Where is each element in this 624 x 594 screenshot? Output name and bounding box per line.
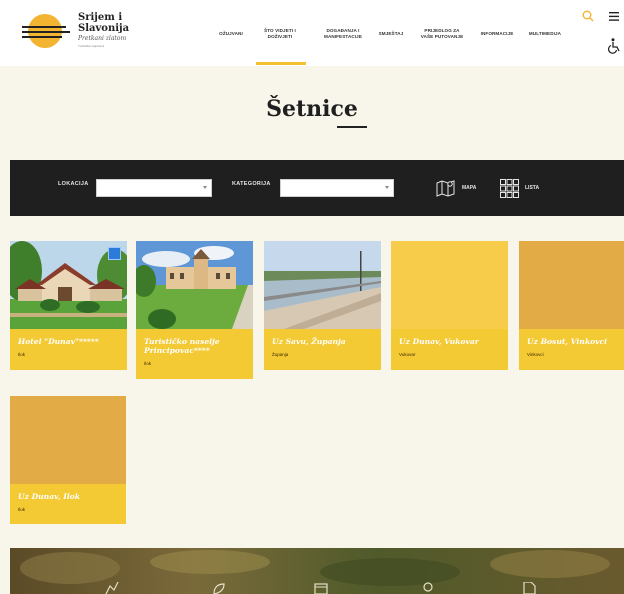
card-image <box>10 241 127 329</box>
card-location: Županja <box>272 352 289 357</box>
card-title: Hotel "Dunav"***** <box>18 337 99 346</box>
card-hotel-dunav[interactable]: Hotel "Dunav"***** Ilok <box>10 241 127 370</box>
location-pin-icon <box>423 582 433 592</box>
card-image-placeholder <box>519 241 624 329</box>
map-icon <box>436 180 455 197</box>
card-image-placeholder <box>391 241 508 329</box>
card-title: Uz Dunav, Vukovar <box>399 337 479 346</box>
chevron-down-icon <box>203 186 207 189</box>
leaf-icon <box>213 583 225 594</box>
location-select[interactable] <box>96 179 212 197</box>
nav-item-informacije[interactable]: INFORMACIJE <box>476 31 518 37</box>
nav-item-sto-vidjeti[interactable]: ŠTO VIDJETI I DOŽIVJETI <box>258 28 302 40</box>
main-navigation: OŽUJVANI ŠTO VIDJETI I DOŽIVJETI DOGAĐAN… <box>0 24 624 44</box>
calendar-icon <box>314 583 328 594</box>
site-header: Srijem i Slavonija Pretkani zlatom Turis… <box>0 0 624 66</box>
location-label: LOKACIJA <box>58 181 89 187</box>
card-uz-bosut[interactable]: Uz Bosut, Vinkovci Vinkovci <box>519 241 624 370</box>
map-view-toggle[interactable]: MAPA <box>436 177 476 199</box>
card-location: Vinkovci <box>527 352 544 357</box>
list-label: LISTA <box>525 185 540 191</box>
nav-item-multimedija[interactable]: MULTIMEDIJA <box>523 31 567 37</box>
card-uz-dunav-vukovar[interactable]: Uz Dunav, Vukovar Vukovar <box>391 241 508 370</box>
card-image <box>136 241 253 329</box>
card-location: Ilok <box>18 352 26 357</box>
card-uz-savu[interactable]: Uz Savu, Županja Županja <box>264 241 381 370</box>
document-icon <box>523 582 536 594</box>
card-title: Uz Dunav, Ilok <box>18 492 80 501</box>
logo-fine-print: Turistička zajednica <box>78 44 105 48</box>
card-location: Vukovar <box>399 352 416 357</box>
search-icon[interactable] <box>582 10 594 22</box>
nav-item-smjestaj[interactable]: SMJEŠTAJ <box>376 31 406 37</box>
nav-item-0[interactable]: OŽUJVANI <box>214 31 248 37</box>
grid-list-icon <box>500 178 519 198</box>
card-uz-dunav-ilok[interactable]: Uz Dunav, Ilok Ilok <box>10 396 126 524</box>
hamburger-menu-icon[interactable] <box>609 12 619 21</box>
card-principovac[interactable]: Turističko naselje Principovac**** Ilok <box>136 241 253 379</box>
page-title: Šetnice <box>266 96 358 122</box>
category-label: KATEGORIJA <box>232 181 271 187</box>
badge-icon <box>108 247 121 260</box>
nav-item-dogadanja[interactable]: DOGAĐANJA I MANIFESTACIJE <box>318 28 368 40</box>
chevron-down-icon <box>385 186 389 189</box>
card-image-placeholder <box>10 396 126 484</box>
card-location: Ilok <box>18 507 26 512</box>
footer-background <box>10 548 624 594</box>
list-view-toggle[interactable]: LISTA <box>500 177 539 199</box>
category-select[interactable] <box>280 179 394 197</box>
card-title: Uz Savu, Županja <box>272 337 346 346</box>
card-location: Ilok <box>144 361 152 366</box>
hiking-icon <box>105 582 119 594</box>
nav-active-indicator <box>256 62 306 65</box>
logo-title-line1: Srijem i <box>78 12 123 23</box>
nav-item-prijedlog[interactable]: PRIJEDLOG ZA VAŠE PUTOVANJE <box>414 28 470 40</box>
title-underline <box>337 126 367 128</box>
card-image <box>264 241 381 329</box>
filter-bar: LOKACIJA KATEGORIJA MAPA LISTA <box>10 160 624 216</box>
card-title: Uz Bosut, Vinkovci <box>527 337 608 346</box>
wheelchair-icon[interactable] <box>607 38 621 54</box>
card-title: Turističko naselje Principovac**** <box>144 337 220 355</box>
map-label: MAPA <box>462 185 477 191</box>
